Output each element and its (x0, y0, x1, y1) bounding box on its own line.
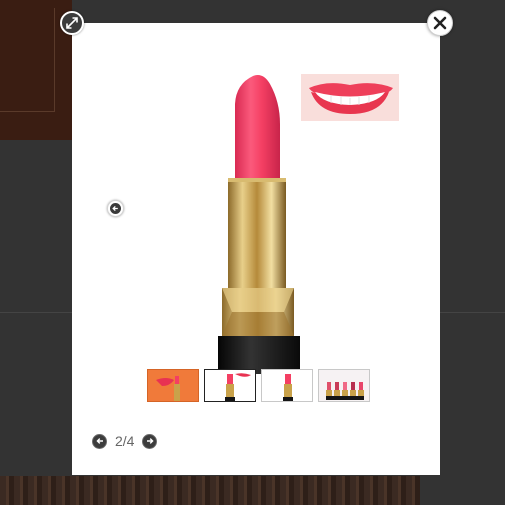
thumbnail-item[interactable] (147, 369, 199, 402)
pager-prev-button[interactable] (92, 433, 107, 449)
arrow-right-icon (146, 438, 154, 444)
lipstick-product-image (218, 74, 302, 374)
arrow-left-icon (95, 438, 103, 444)
background-footer-strip (0, 476, 420, 505)
background-divider (0, 312, 72, 313)
image-pager: 2/4 (92, 432, 158, 450)
lips-photo (301, 74, 399, 121)
expand-icon (66, 17, 78, 29)
expand-button[interactable] (60, 11, 84, 35)
previous-image-button[interactable] (107, 200, 124, 217)
pager-next-button[interactable] (142, 433, 158, 449)
close-icon (433, 16, 447, 30)
image-counter: 2/4 (115, 433, 135, 449)
thumbnail-item[interactable] (318, 369, 370, 402)
thumbnail-item[interactable] (261, 369, 313, 402)
background-divider (440, 312, 505, 313)
thumbnail-item[interactable] (204, 369, 256, 402)
background-hero-frame (0, 8, 55, 112)
arrow-left-icon (110, 203, 121, 214)
close-button[interactable] (427, 10, 453, 36)
